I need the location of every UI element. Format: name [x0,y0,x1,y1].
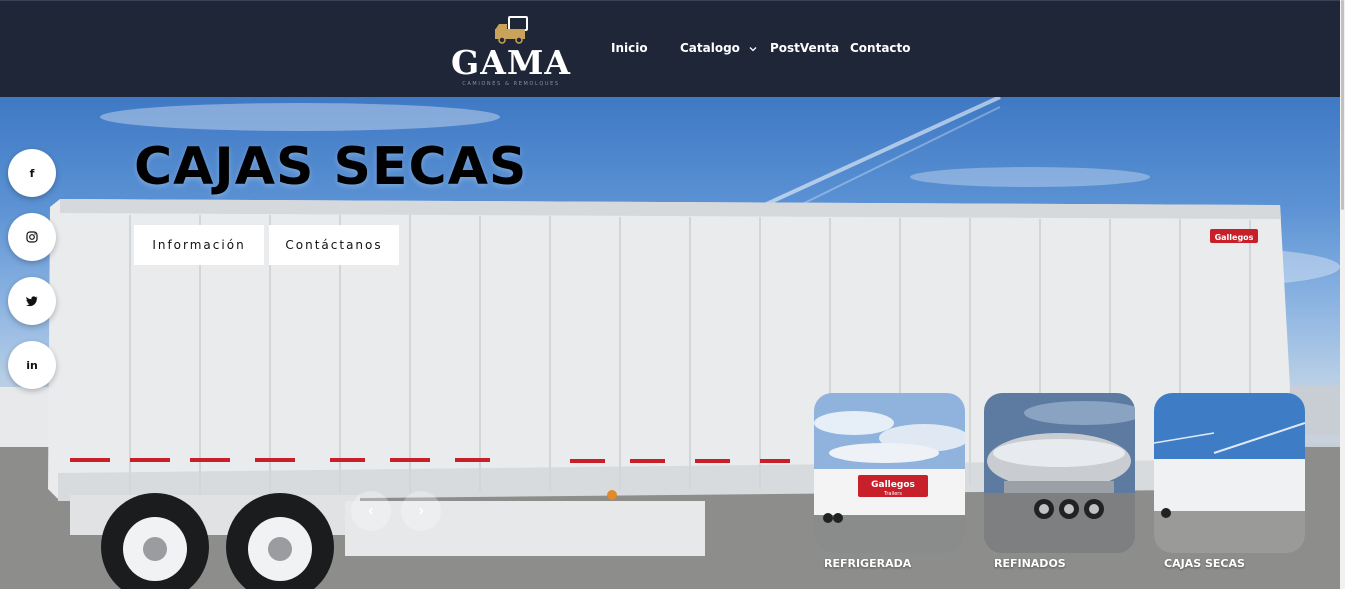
nav-item-contacto[interactable]: Contacto [850,41,911,59]
twitter-icon [26,296,38,307]
brand-name: GAMA [451,43,571,82]
nav-item-catalogo[interactable]: Catalogo [680,41,758,59]
trailer-side-skirt [345,501,705,556]
chevron-left-icon [368,507,374,515]
slider-next-button[interactable] [401,491,441,531]
thumbnail-label-refrigerada: REFRIGERADA [824,557,912,570]
thumbnail-sign-text: Gallegos [871,480,915,490]
twitter-button[interactable] [8,277,56,325]
cloud [910,167,1150,187]
facebook-icon: f [29,166,35,180]
cloud [100,103,500,131]
thumbnail-refinados[interactable] [984,393,1135,553]
nav-item-postventa[interactable]: PostVenta [770,41,839,59]
site-header: GAMA CAMIONES & REMOLQUES Inicio Catalog… [0,0,1340,97]
trailer-brand-text: Gallegos [1215,233,1254,242]
thumbnail-cajas-secas[interactable] [1154,393,1305,553]
page-scrollbar[interactable] [1340,0,1345,589]
hero-title: CAJAS SECAS [134,137,528,197]
marker-light [607,490,617,500]
brand-logo[interactable]: GAMA CAMIONES & REMOLQUES [449,15,573,87]
thumbnail-label-cajas-secas: CAJAS SECAS [1164,557,1245,570]
cajas-secas-image [1154,393,1305,553]
informacion-button[interactable]: Información [134,225,264,265]
instagram-icon [26,231,38,243]
slider-prev-button[interactable] [351,491,391,531]
scrollbar-thumb[interactable] [1341,0,1344,210]
chevron-down-icon [749,46,757,51]
nav-item-catalogo-label: Catalogo [680,41,740,55]
chevron-right-icon [418,507,424,515]
contrail [759,97,1001,209]
thumbnail-sign-subtext: Trailers [883,491,902,497]
thumbnail-refrigerada[interactable]: Gallegos Trailers [814,393,965,553]
hero-slider: Gallegos CAJAS SECAS Información Contáct… [0,97,1340,589]
refrigerada-image: Gallegos Trailers [814,393,965,553]
nav-item-inicio[interactable]: Inicio [611,41,648,59]
thumbnail-label-refinados: REFINADOS [994,557,1066,570]
contrail [779,106,1001,216]
truck-logo-icon [495,16,528,44]
contactanos-button[interactable]: Contáctanos [269,225,399,265]
linkedin-button[interactable]: in [8,341,56,389]
distant-trailer [0,387,50,447]
brand-tagline: CAMIONES & REMOLQUES [462,81,560,87]
facebook-button[interactable]: f [8,149,56,197]
instagram-button[interactable] [8,213,56,261]
linkedin-icon: in [26,358,38,372]
refinados-image [984,393,1135,553]
